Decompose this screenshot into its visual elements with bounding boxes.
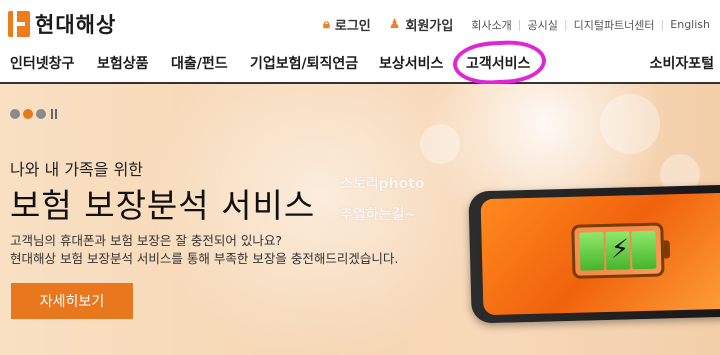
main-nav: 인터넷창구 보험상품 대출/펀드 기업보험/퇴직연금 보상서비스 고객서비스 소… [0, 44, 720, 84]
nav-item-internet[interactable]: 인터넷창구 [10, 53, 74, 73]
description-line: 고객님의 휴대폰과 보험 보장은 잘 충전되어 있나요? [10, 233, 282, 248]
utility-menu: 🔒︎ 로그인 ♟ 회원가입 회사소개 | 공시실 | 디지털파트너센터 | En… [323, 15, 710, 34]
battery-icon: ⚡︎ [571, 222, 665, 279]
digital-partner-link[interactable]: 디지털파트너센터 [574, 17, 655, 33]
watermark-text: 스토리photo [340, 176, 425, 192]
details-button[interactable]: 자세히보기 [11, 283, 133, 319]
slide-dot-active[interactable] [23, 109, 33, 119]
bokeh-decoration [420, 124, 460, 164]
phone-illustration: ⚡︎ [468, 184, 720, 324]
nav-item-consumer-portal[interactable]: 소비자포털 [650, 53, 714, 73]
brand-name: 현대해상 [35, 13, 117, 37]
nav-item-loan-fund[interactable]: 대출/펀드 [171, 53, 228, 73]
logo-h-icon [8, 11, 30, 37]
hero-description: 고객님의 휴대폰과 보험 보장은 잘 충전되어 있나요? 현대해상 보험 보장분… [10, 232, 398, 268]
battery-cell [631, 230, 657, 270]
bokeh-decoration [600, 94, 660, 154]
watermark-text: 추열하는길~♡ [340, 207, 429, 223]
pause-icon[interactable] [51, 109, 53, 119]
english-link[interactable]: English [670, 18, 710, 31]
hero-title: 보험 보장분석 서비스 [10, 186, 316, 225]
divider: | [517, 18, 522, 31]
nav-item-corporate[interactable]: 기업보험/퇴직연금 [250, 53, 358, 73]
disclosure-link[interactable]: 공시실 [527, 17, 557, 33]
slide-dot[interactable] [36, 109, 46, 119]
top-bar: 현대해상 🔒︎ 로그인 ♟ 회원가입 회사소개 | 공시실 | 디지털파트너센터… [0, 0, 720, 44]
nav-item-insurance[interactable]: 보험상품 [97, 53, 149, 73]
divider: | [660, 18, 665, 31]
person-icon: ♟ [388, 17, 401, 32]
battery-cell [579, 232, 605, 271]
description-line: 현대해상 보험 보장분석 서비스를 통해 부족한 보장을 충전해드리겠습니다. [10, 251, 399, 266]
divider: | [563, 18, 568, 31]
brand-logo[interactable]: 현대해상 [8, 9, 116, 39]
login-label: 로그인 [334, 19, 371, 34]
company-link[interactable]: 회사소개 [471, 17, 511, 33]
slider-controls [10, 109, 57, 119]
join-label: 회원가입 [405, 19, 454, 34]
slide-dot[interactable] [10, 109, 20, 119]
hero-banner: 나와 내 가족을 위한 보험 보장분석 서비스 고객님의 휴대폰과 보험 보장은… [0, 84, 720, 355]
hero-subtitle: 나와 내 가족을 위한 [10, 160, 144, 179]
phone-screen: ⚡︎ [480, 192, 720, 316]
pause-icon[interactable] [55, 109, 57, 119]
login-link[interactable]: 🔒︎ 로그인 [323, 15, 371, 34]
join-link[interactable]: ♟ 회원가입 [389, 15, 454, 34]
nav-item-claims[interactable]: 보상서비스 [379, 53, 443, 73]
lock-icon: 🔒︎ [322, 17, 330, 32]
lightning-bolt-icon: ⚡︎ [610, 234, 630, 265]
